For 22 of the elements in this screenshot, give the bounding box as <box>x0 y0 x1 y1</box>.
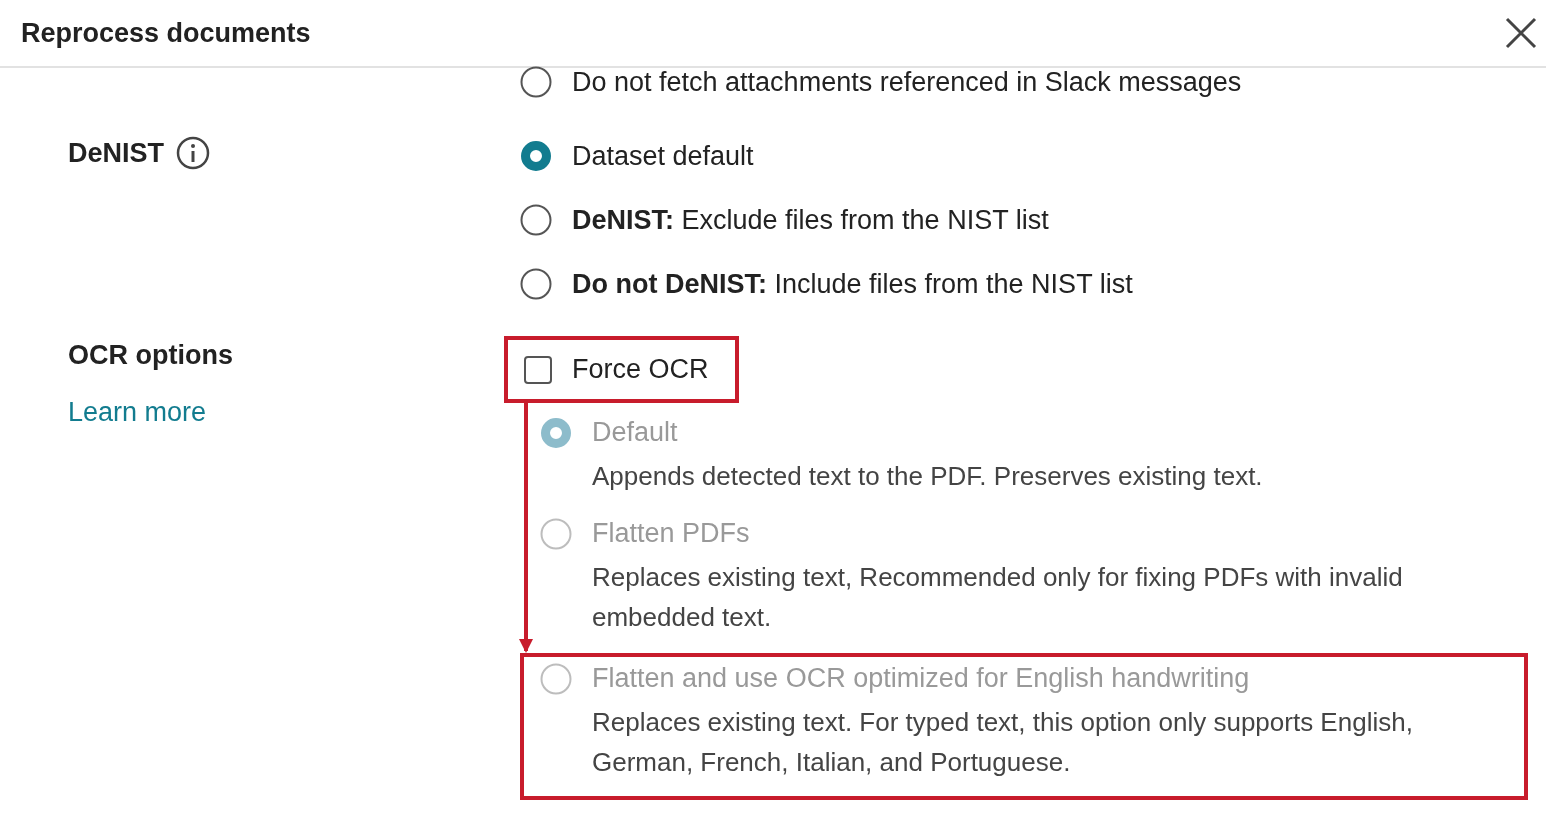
radio-button[interactable] <box>520 140 552 172</box>
option-description: Replaces existing text. For typed text, this option only supports English, German, French, Italian, and Portuguese. <box>592 706 1414 779</box>
radio-button[interactable] <box>520 268 552 300</box>
checkbox[interactable] <box>524 355 552 384</box>
option-label: Do not fetch attachments referenced in Slack messages <box>572 66 1242 98</box>
option-label: Flatten and use OCR optimized for English handwriting <box>592 663 1251 694</box>
option-label: Flatten PDFs <box>592 518 751 549</box>
radio-button[interactable] <box>520 204 552 236</box>
section-label: DeNIST <box>68 137 165 169</box>
radio-button[interactable] <box>520 66 552 98</box>
option-label: Dataset default <box>572 140 754 172</box>
option-label: Default <box>592 417 679 448</box>
section-label: OCR options <box>68 340 233 371</box>
learn-more-link[interactable]: Learn more <box>68 397 207 428</box>
checkbox-label: Force OCR <box>572 354 709 385</box>
info-icon[interactable] <box>176 136 211 170</box>
option-label: Do not DeNIST: Include files from the NIST list <box>572 268 1133 300</box>
option-label: DeNIST: Exclude files from the NIST list <box>572 204 1049 236</box>
option-description: Replaces existing text, Recommended only for fixing PDFs with invalid embedded text. <box>592 561 1404 634</box>
dialog-title: Reprocess documents <box>21 17 311 49</box>
option-description: Appends detected text to the PDF. Preserves existing text. <box>592 460 1263 493</box>
close-icon[interactable] <box>1504 16 1538 50</box>
